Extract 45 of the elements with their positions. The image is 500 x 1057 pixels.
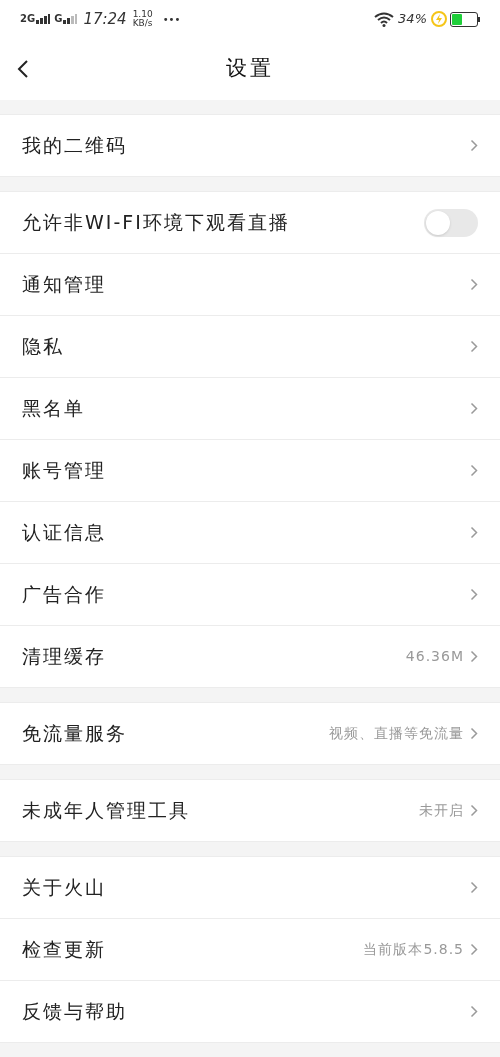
chevron-right-icon xyxy=(470,402,478,415)
signal-icon xyxy=(63,14,78,24)
setting-label: 反馈与帮助 xyxy=(22,999,128,1025)
chevron-right-icon xyxy=(470,650,478,663)
wifi-icon xyxy=(374,11,395,27)
setting-value: 当前版本5.8.5 xyxy=(363,940,464,959)
chevron-right-icon xyxy=(470,526,478,539)
setting-label: 检查更新 xyxy=(22,937,107,963)
chevron-right-icon xyxy=(470,943,478,956)
setting-label: 允许非WI-FI环境下观看直播 xyxy=(22,210,291,236)
more-indicator: ••• xyxy=(162,12,181,27)
speed-unit: KB/s xyxy=(132,19,153,28)
battery-icon xyxy=(450,11,480,27)
chevron-right-icon xyxy=(470,340,478,353)
back-icon[interactable] xyxy=(17,59,29,79)
setting-label: 免流量服务 xyxy=(22,721,128,747)
setting-label: 清理缓存 xyxy=(22,644,107,670)
setting-value: 视频、直播等免流量 xyxy=(329,724,464,743)
chevron-right-icon xyxy=(470,727,478,740)
clock: 17:24 xyxy=(83,8,127,30)
chevron-right-icon xyxy=(470,464,478,477)
battery-percent: 34% xyxy=(398,10,427,29)
setting-label: 未成年人管理工具 xyxy=(22,798,191,824)
chevron-right-icon xyxy=(470,588,478,601)
setting-label: 关于火山 xyxy=(22,875,107,901)
network-label: G xyxy=(54,14,63,24)
setting-value: 46.36M xyxy=(405,647,464,666)
chevron-right-icon xyxy=(470,1005,478,1018)
setting-value: 未开启 xyxy=(419,801,464,820)
speed-value: 1.10 xyxy=(132,10,153,19)
page-title: 设置 xyxy=(226,55,274,83)
setting-label: 广告合作 xyxy=(22,582,107,608)
setting-label: 认证信息 xyxy=(22,520,107,546)
setting-label: 通知管理 xyxy=(22,272,107,298)
chevron-right-icon xyxy=(470,139,478,152)
chevron-right-icon xyxy=(470,881,478,894)
setting-label: 黑名单 xyxy=(22,396,86,422)
setting-label: 账号管理 xyxy=(22,458,107,484)
chevron-right-icon xyxy=(470,278,478,291)
network-label: 2G xyxy=(20,14,36,24)
chevron-right-icon xyxy=(470,804,478,817)
toggle-switch[interactable] xyxy=(424,208,478,237)
setting-label: 隐私 xyxy=(22,334,65,360)
setting-label: 我的二维码 xyxy=(22,133,128,159)
signal-icon xyxy=(36,14,51,24)
